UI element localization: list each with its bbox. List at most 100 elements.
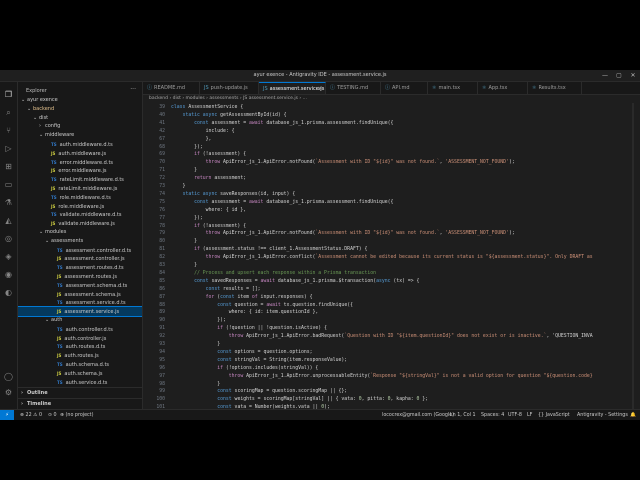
file-item[interactable]: TS assessment.schema.d.ts (18, 281, 142, 290)
folder-item[interactable]: ⌄ assessments (18, 237, 142, 246)
code-line[interactable]: if (!question || !question.isActive) { (171, 326, 327, 331)
explorer-more-icon[interactable]: ··· (130, 86, 136, 93)
code-line[interactable]: throw ApiError_js_1.ApiError.unprocessab… (171, 374, 593, 379)
code-line[interactable]: throw ApiError_js_1.ApiError.notFound(`A… (171, 160, 515, 165)
code-line[interactable]: // Process and upsert each response with… (171, 271, 376, 276)
eol-setting[interactable]: LF (527, 410, 532, 420)
editor-tab[interactable]: ⓘ API.md (381, 82, 428, 94)
encoding-setting[interactable]: UTF-8 (508, 410, 522, 420)
code-line[interactable]: }); (171, 216, 203, 221)
folder-item[interactable]: ⌄ dist (18, 114, 142, 123)
code-line[interactable]: throw ApiError_js_1.ApiError.badRequest(… (171, 334, 593, 339)
folder-item[interactable]: ⌄ backend (18, 105, 142, 114)
code-line[interactable]: if (!options.includes(stringVal)) { (171, 366, 318, 371)
search-icon[interactable]: ⌕ (4, 108, 13, 117)
code-line[interactable]: where: { id: item.questionId }, (171, 310, 319, 315)
problems-indicator[interactable]: ⊗ 22 ⚠ 0 (20, 410, 42, 420)
terminal-icon[interactable]: ◈ (4, 252, 13, 261)
folder-item[interactable]: ⌄ ayur exence (18, 96, 142, 105)
editor-tab[interactable]: JS push-update.js (200, 82, 259, 94)
code-line[interactable]: } (171, 184, 186, 189)
code-line[interactable]: const assessment = await database_js_1.p… (171, 200, 393, 205)
code-line[interactable]: const assessment = await database_js_1.p… (171, 121, 393, 126)
folder-item[interactable]: ⌄ auth (18, 316, 142, 325)
code-line[interactable]: throw ApiError_js_1.ApiError.conflict(`A… (171, 255, 593, 260)
outline-section[interactable]: › Outline (18, 387, 142, 398)
code-line[interactable]: static async saveResponses(id, input) { (171, 192, 296, 197)
file-item[interactable]: TS role.middleware.d.ts (18, 193, 142, 202)
copilot-icon[interactable]: ◐ (4, 288, 13, 297)
code-line[interactable]: if (!assessment) { (171, 224, 246, 229)
close-window-icon[interactable]: ✕ (626, 71, 640, 80)
code-line[interactable]: const options = question.options; (171, 350, 312, 355)
code-line[interactable]: const savedResponses = await database_js… (171, 279, 419, 284)
code-line[interactable]: return assessment; (171, 176, 246, 181)
editor-tab[interactable]: ⚛ Results.tsx (528, 82, 582, 94)
code-editor[interactable]: 39 class AssessmentService {40 static asy… (143, 103, 640, 409)
timeline-section[interactable]: › Timeline (18, 398, 142, 409)
code-line[interactable]: const stringVal = String(item.responseVa… (171, 358, 347, 363)
extensions-icon[interactable]: ⊞ (4, 162, 13, 171)
git-graph-icon[interactable]: ◉ (4, 270, 13, 279)
settings-gear-icon[interactable]: ⚙ (4, 388, 13, 397)
code-line[interactable]: if (assessment.status !== client_1.Asses… (171, 247, 367, 252)
code-line[interactable]: throw ApiError_js_1.ApiError.notFound(`A… (171, 231, 515, 236)
ports-indicator[interactable]: ⊙ 0 (48, 410, 57, 420)
code-line[interactable]: const scoringMap = question.scoringMap |… (171, 389, 347, 394)
file-item[interactable]: TS assessment.controller.d.ts (18, 246, 142, 255)
scrollbar[interactable] (632, 103, 634, 409)
file-item[interactable]: JS role.middleware.js (18, 202, 142, 211)
code-line[interactable]: where: { id }, (171, 208, 246, 213)
file-item[interactable]: TS assessment.routes.d.ts (18, 263, 142, 272)
settings-link[interactable]: Antigravity - Settings (577, 410, 628, 420)
code-line[interactable]: if (!assessment) { (171, 152, 246, 157)
file-item[interactable]: TS auth.routes.d.ts (18, 342, 142, 351)
code-line[interactable]: }); (171, 318, 226, 323)
cursor-position[interactable]: Ln 1, Col 1 (450, 410, 476, 420)
run-debug-icon[interactable]: ▷ (4, 144, 13, 153)
remote-indicator[interactable]: ⚡ (0, 410, 14, 420)
code-line[interactable]: } (171, 342, 220, 347)
code-line[interactable]: static async getAssessmentById(id) { (171, 113, 287, 118)
editor-tab[interactable]: ⚛ main.tsx (428, 82, 478, 94)
code-line[interactable]: for (const item of input.responses) { (171, 295, 313, 300)
file-item[interactable]: TS auth.schema.d.ts (18, 360, 142, 369)
file-item[interactable]: TS auth.middleware.d.ts (18, 140, 142, 149)
file-item[interactable]: JS assessment.schema.js (18, 290, 142, 299)
file-item[interactable]: TS auth.controller.d.ts (18, 325, 142, 334)
editor-tab[interactable]: JS assessment.service.js × (259, 82, 326, 94)
file-item[interactable]: TS error.middleware.d.ts (18, 158, 142, 167)
file-item[interactable]: JS auth.middleware.js (18, 149, 142, 158)
folder-item[interactable]: › config (18, 122, 142, 131)
docker-icon[interactable]: ◭ (4, 216, 13, 225)
file-item[interactable]: JS assessment.controller.js (18, 254, 142, 263)
file-item[interactable]: TS validate.middleware.d.ts (18, 210, 142, 219)
source-control-icon[interactable]: ⑂ (4, 126, 13, 135)
file-item[interactable]: JS auth.routes.js (18, 351, 142, 360)
maximize-icon[interactable]: ▢ (612, 71, 626, 80)
language-mode[interactable]: {} JavaScript (538, 410, 570, 420)
account-icon[interactable]: ◯ (4, 372, 13, 381)
code-line[interactable]: const weights = scoringMap[stringVal] ||… (171, 397, 428, 402)
account-indicator[interactable]: lococrex@gmail.com (Google) (382, 410, 454, 420)
file-item[interactable]: JS error.middleware.js (18, 166, 142, 175)
file-item[interactable]: JS auth.controller.js (18, 334, 142, 343)
explorer-files-icon[interactable]: ❐ (4, 90, 13, 99)
code-line[interactable]: }, (171, 137, 212, 142)
editor-tab[interactable]: ⚛ App.tsx (478, 82, 528, 94)
file-item[interactable]: TS rateLimit.middleware.d.ts (18, 175, 142, 184)
code-line[interactable]: }); (171, 145, 203, 150)
project-indicator[interactable]: ⊕ (no project) (60, 410, 93, 420)
close-tab-icon[interactable]: × (318, 83, 322, 94)
notifications-bell-icon[interactable]: 🔔 (630, 410, 636, 420)
code-line[interactable]: } (171, 382, 220, 387)
indent-setting[interactable]: Spaces: 4 (481, 410, 504, 420)
file-item[interactable]: JS assessment.service.js (18, 306, 142, 318)
code-line[interactable]: class AssessmentService { (171, 105, 243, 110)
minimize-icon[interactable]: — (598, 71, 612, 80)
code-line[interactable]: } (171, 239, 197, 244)
code-line[interactable]: } (171, 263, 197, 268)
file-item[interactable]: JS assessment.routes.js (18, 272, 142, 281)
file-item[interactable]: JS validate.middleware.js (18, 219, 142, 228)
remote-explorer-icon[interactable]: ▭ (4, 180, 13, 189)
